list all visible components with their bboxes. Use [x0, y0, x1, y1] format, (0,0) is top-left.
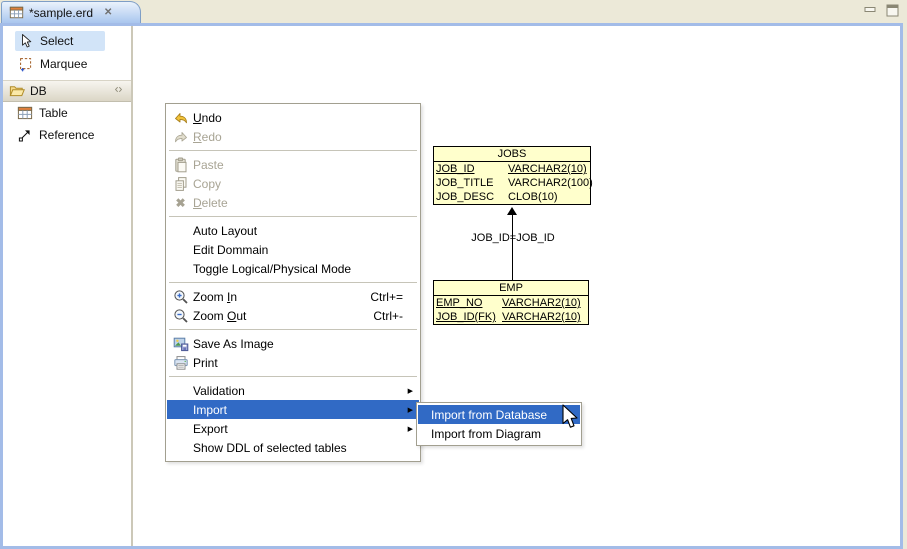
palette-drawer-db[interactable]: DB: [3, 80, 131, 102]
delete-icon: ✖: [172, 195, 189, 211]
editor-tab-bar: *sample.erd ✕: [0, 0, 907, 23]
menu-item-show-ddl[interactable]: Show DDL of selected tables: [167, 438, 419, 457]
palette-tool-label: Marquee: [40, 57, 87, 71]
zoom-out-icon: [172, 308, 189, 324]
menu-item-auto-layout[interactable]: Auto Layout: [167, 221, 419, 240]
palette-tool-label: Select: [40, 34, 73, 48]
submenu-item-import-from-database[interactable]: Import from Database: [418, 405, 580, 424]
relation-line[interactable]: [512, 215, 513, 280]
menu-separator: [167, 146, 419, 155]
entity-column-row[interactable]: JOB_ID(FK) VARCHAR2(10): [434, 310, 588, 324]
menu-item-zoom-in[interactable]: Zoom In Ctrl+=: [167, 287, 419, 306]
palette-item-reference[interactable]: Reference: [3, 124, 131, 146]
tab-title: *sample.erd: [29, 6, 93, 20]
entity-jobs[interactable]: JOBS JOB_ID VARCHAR2(10) JOB_TITLE VARCH…: [433, 146, 591, 205]
entity-title: JOBS: [434, 147, 590, 162]
table-icon: [8, 5, 24, 21]
menu-item-toggle-logical-physical[interactable]: Toggle Logical/Physical Mode: [167, 259, 419, 278]
menu-item-redo[interactable]: Redo: [167, 127, 419, 146]
menu-item-edit-dommain[interactable]: Edit Dommain: [167, 240, 419, 259]
menu-item-export[interactable]: Export ▶: [167, 419, 419, 438]
minimize-button[interactable]: [863, 4, 878, 17]
drawer-label: DB: [30, 84, 47, 98]
menu-separator: [167, 278, 419, 287]
copy-icon: [172, 176, 189, 192]
redo-icon: [172, 129, 189, 145]
menu-separator: [167, 325, 419, 334]
palette-tool-select[interactable]: Select: [15, 31, 105, 51]
submenu-item-import-from-diagram[interactable]: Import from Diagram: [418, 424, 580, 443]
folder-icon: [9, 83, 25, 99]
print-icon: [172, 355, 189, 371]
submenu-arrow-icon: ▶: [408, 387, 416, 395]
mouse-cursor: [561, 404, 579, 435]
menu-item-zoom-out[interactable]: Zoom Out Ctrl+-: [167, 306, 419, 325]
entity-emp[interactable]: EMP EMP_NO VARCHAR2(10) JOB_ID(FK) VARCH…: [433, 280, 589, 325]
maximize-button[interactable]: [885, 4, 900, 17]
menu-separator: [167, 212, 419, 221]
entity-title: EMP: [434, 281, 588, 296]
menu-item-undo[interactable]: Undo: [167, 108, 419, 127]
relation-arrowhead: [507, 207, 517, 215]
palette-item-label: Reference: [39, 128, 94, 142]
palette-item-table[interactable]: Table: [3, 102, 131, 124]
paste-icon: [172, 157, 189, 173]
menu-item-validation[interactable]: Validation ▶: [167, 381, 419, 400]
menu-item-save-as-image[interactable]: Save As Image: [167, 334, 419, 353]
entity-column-row[interactable]: EMP_NO VARCHAR2(10): [434, 296, 588, 310]
entity-column-row[interactable]: JOB_DESC CLOB(10): [434, 190, 590, 204]
tool-palette: Select Marquee DB: [3, 26, 133, 546]
menu-item-import[interactable]: Import ▶: [167, 400, 419, 419]
menu-item-copy[interactable]: Copy: [167, 174, 419, 193]
undo-icon: [172, 110, 189, 126]
submenu-arrow-icon: ▶: [408, 425, 416, 433]
select-cursor-icon: [18, 33, 34, 49]
close-icon[interactable]: ✕: [104, 8, 112, 18]
marquee-icon: [18, 56, 34, 72]
entity-column-row[interactable]: JOB_TITLE VARCHAR2(100): [434, 176, 590, 190]
import-submenu: Import from Database Import from Diagram: [416, 402, 582, 446]
menu-item-print[interactable]: Print: [167, 353, 419, 372]
menu-separator: [167, 372, 419, 381]
erd-editor-window: *sample.erd ✕ Select: [0, 0, 907, 549]
reference-arrow-icon: [17, 127, 33, 143]
palette-tool-marquee[interactable]: Marquee: [15, 54, 105, 74]
menu-accelerator: Ctrl+-: [373, 309, 416, 323]
table-icon: [17, 105, 33, 121]
submenu-arrow-icon: ▶: [408, 406, 416, 414]
save-as-image-icon: [172, 336, 189, 352]
editor-frame: Select Marquee DB: [0, 23, 903, 549]
zoom-in-icon: [172, 289, 189, 305]
tab-sample-erd[interactable]: *sample.erd ✕: [1, 1, 141, 23]
relation-label[interactable]: JOB_ID=JOB_ID: [465, 232, 561, 244]
menu-item-delete[interactable]: ✖ Delete: [167, 193, 419, 212]
menu-item-paste[interactable]: Paste: [167, 155, 419, 174]
drawer-pin-icon[interactable]: [112, 83, 125, 99]
context-menu: Undo Redo Paste: [165, 103, 421, 462]
entity-column-row[interactable]: JOB_ID VARCHAR2(10): [434, 162, 590, 176]
palette-item-label: Table: [39, 106, 68, 120]
menu-accelerator: Ctrl+=: [370, 290, 416, 304]
diagram-canvas[interactable]: JOBS JOB_ID VARCHAR2(10) JOB_TITLE VARCH…: [133, 26, 900, 546]
